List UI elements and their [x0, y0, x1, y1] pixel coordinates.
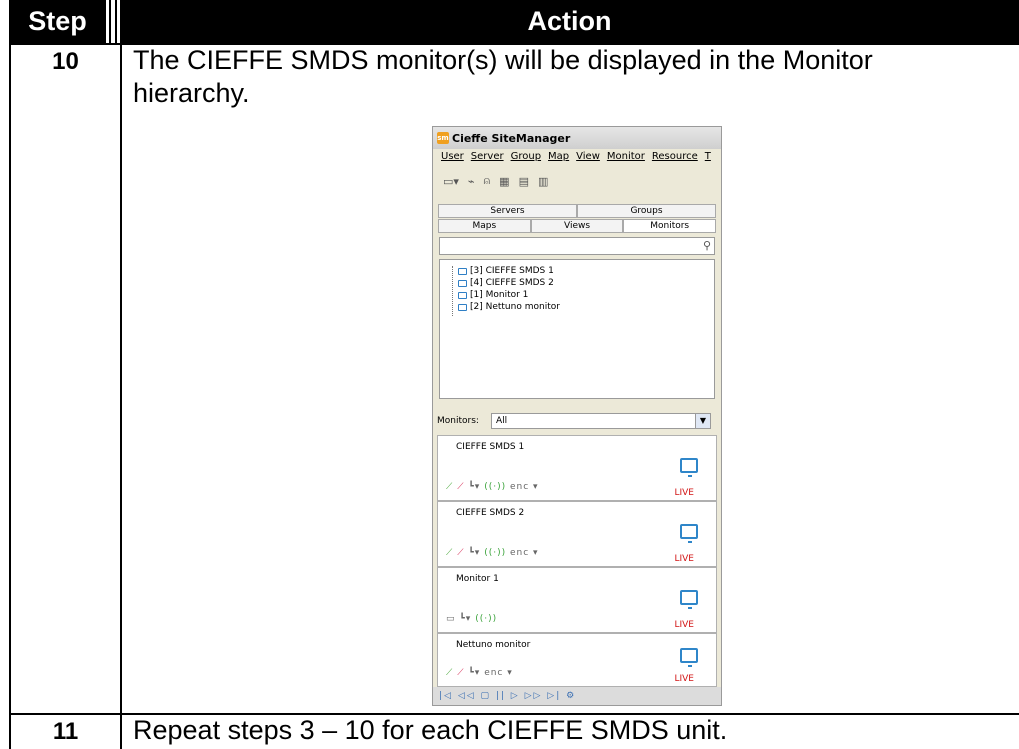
step-header: Step — [9, 0, 106, 43]
monitor-card-controls[interactable]: ▭ ┗▾ ((·)) — [446, 614, 497, 624]
monitor-card[interactable]: CIEFFE SMDS 2 ⟋ ⟋ ┗▾ ((·)) enc ▾ LIVE — [437, 501, 717, 567]
tree-item-label: [4] CIEFFE SMDS 2 — [470, 278, 554, 288]
layout-dropdown-icon[interactable]: ┗▾ — [459, 614, 471, 624]
tree-item-label: [2] Nettuno monitor — [470, 302, 560, 312]
monitor-card-controls[interactable]: ⟋ ⟋ ┗▾ enc ▾ — [446, 668, 513, 678]
layout-dropdown-icon[interactable]: ┗▾ — [468, 548, 480, 558]
encoder-dropdown[interactable]: enc ▾ — [510, 482, 539, 492]
action-header: Action — [120, 0, 1019, 43]
search-icon[interactable]: ⚲ — [703, 239, 711, 252]
disconnect-icon[interactable]: ⟋ — [457, 668, 464, 678]
top-tabs: Servers Groups — [438, 204, 716, 218]
monitor-filter: Monitors: All ▼ — [437, 411, 717, 431]
monitor-screen-icon — [680, 458, 698, 477]
tree-item[interactable]: [1] Monitor 1 — [458, 290, 528, 300]
menu-t[interactable]: T — [705, 151, 711, 169]
filter-value: All — [495, 416, 508, 426]
tab-views[interactable]: Views — [530, 219, 624, 233]
live-status: LIVE — [674, 554, 694, 564]
bell-icon[interactable]: ⍝ — [484, 174, 491, 188]
tree-item[interactable]: [2] Nettuno monitor — [458, 302, 560, 312]
grid-layout-icon[interactable]: ▦ — [499, 175, 509, 188]
tab-groups[interactable]: Groups — [577, 204, 716, 218]
signal-icon: ((·)) — [484, 482, 507, 492]
menu-bar: User Server Group Map View Monitor Resou… — [433, 151, 721, 169]
chevron-down-icon[interactable]: ▼ — [694, 414, 710, 428]
action-text: hierarchy. — [133, 78, 250, 108]
menu-server[interactable]: Server — [471, 151, 504, 169]
layout-2-icon[interactable]: ▤ — [519, 175, 529, 188]
tree-item[interactable]: [3] CIEFFE SMDS 1 — [458, 266, 554, 276]
signal-icon: ((·)) — [475, 614, 498, 624]
menu-group[interactable]: Group — [511, 151, 541, 169]
monitor-screen-icon — [680, 590, 698, 609]
monitor-screen-icon — [680, 648, 698, 667]
live-status: LIVE — [674, 674, 694, 684]
encoder-dropdown[interactable]: enc ▾ — [484, 668, 513, 678]
action-text: Repeat steps 3 – 10 for each CIEFFE SMDS… — [133, 715, 728, 745]
connect-icon[interactable]: ⟋ — [446, 548, 453, 558]
layout-dropdown-icon[interactable]: ┗▾ — [468, 482, 480, 492]
tab-maps[interactable]: Maps — [438, 219, 531, 233]
tree-item-label: [3] CIEFFE SMDS 1 — [470, 266, 554, 276]
monitor-card-name: Monitor 1 — [456, 574, 499, 584]
monitor-screen-icon — [680, 524, 698, 543]
filter-label: Monitors: — [437, 416, 479, 426]
procedure-table: Step Action 10 The CIEFFE SMDS monitor(s… — [0, 0, 1019, 749]
signal-icon: ((·)) — [484, 548, 507, 558]
menu-monitor[interactable]: Monitor — [607, 151, 645, 169]
menu-map[interactable]: Map — [548, 151, 569, 169]
monitor-filter-select[interactable]: All ▼ — [490, 413, 711, 429]
monitor-icon — [458, 291, 467, 299]
toolbar: ▭▾ ⌁ ⍝ ▦ ▤ ▥ — [433, 171, 721, 191]
connect-icon[interactable]: ⟋ — [446, 482, 453, 492]
pin-icon[interactable]: ⌁ — [468, 175, 475, 188]
menu-resource[interactable]: Resource — [652, 151, 698, 169]
tab-servers[interactable]: Servers — [438, 204, 577, 218]
monitor-card-name: Nettuno monitor — [456, 640, 531, 650]
monitor-icon — [458, 279, 467, 287]
disconnect-icon[interactable]: ⟋ — [457, 482, 464, 492]
monitor-card-name: CIEFFE SMDS 1 — [456, 442, 525, 452]
step-number: 10 — [52, 48, 79, 75]
connect-icon[interactable]: ⟋ — [446, 668, 453, 678]
column-border — [9, 43, 11, 749]
live-status: LIVE — [674, 620, 694, 630]
layout-dropdown-icon[interactable]: ┗▾ — [468, 668, 480, 678]
monitor-tree: [3] CIEFFE SMDS 1 [4] CIEFFE SMDS 2 [1] … — [439, 259, 715, 399]
tab-monitors[interactable]: Monitors — [623, 219, 717, 233]
playback-controls[interactable]: |◁ ◁◁ ▢ || ▷ ▷▷ ▷| ⚙ — [433, 687, 721, 705]
monitor-card-controls[interactable]: ⟋ ⟋ ┗▾ ((·)) enc ▾ — [446, 548, 539, 558]
app-logo-icon: sm — [437, 132, 449, 144]
live-status: LIVE — [674, 488, 694, 498]
window-title: Cieffe SiteManager — [452, 131, 571, 145]
menu-user[interactable]: User — [441, 151, 464, 169]
layout-3-icon[interactable]: ▥ — [538, 175, 548, 188]
monitor-icon — [458, 267, 467, 275]
column-divider — [120, 43, 122, 749]
monitor-icon — [458, 303, 467, 311]
monitor-card-name: CIEFFE SMDS 2 — [456, 508, 525, 518]
window-titlebar: sm Cieffe SiteManager — [433, 127, 721, 149]
action-text: The CIEFFE SMDS monitor(s) will be displ… — [133, 45, 873, 75]
monitor-small-icon[interactable]: ▭ — [446, 614, 456, 624]
step-number: 11 — [52, 718, 79, 745]
monitor-card[interactable]: Nettuno monitor ⟋ ⟋ ┗▾ enc ▾ LIVE — [437, 633, 717, 687]
disconnect-icon[interactable]: ⟋ — [457, 548, 464, 558]
menu-view[interactable]: View — [576, 151, 600, 169]
monitor-dropdown-icon[interactable]: ▭▾ — [443, 175, 459, 188]
tree-item[interactable]: [4] CIEFFE SMDS 2 — [458, 278, 554, 288]
encoder-dropdown[interactable]: enc ▾ — [510, 548, 539, 558]
header-divider — [106, 0, 120, 43]
monitor-card[interactable]: CIEFFE SMDS 1 ⟋ ⟋ ┗▾ ((·)) enc ▾ LIVE — [437, 435, 717, 501]
bottom-tabs: Maps Views Monitors — [438, 219, 717, 233]
tree-item-label: [1] Monitor 1 — [470, 290, 529, 300]
monitor-card[interactable]: Monitor 1 ▭ ┗▾ ((·)) LIVE — [437, 567, 717, 633]
search-input[interactable]: ⚲ — [439, 237, 715, 255]
sitemanager-screenshot: sm Cieffe SiteManager User Server Group … — [432, 126, 722, 706]
tree-branch-line — [452, 266, 454, 316]
monitor-card-controls[interactable]: ⟋ ⟋ ┗▾ ((·)) enc ▾ — [446, 482, 539, 492]
